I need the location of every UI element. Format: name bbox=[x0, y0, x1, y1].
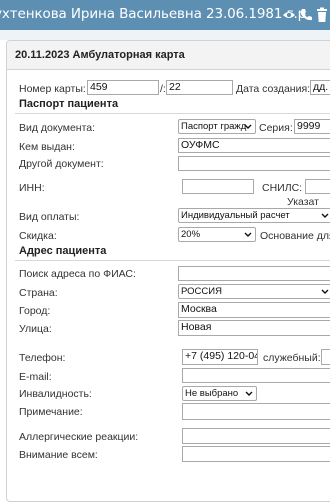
issued-by-input[interactable]: ОУФМС bbox=[178, 138, 330, 153]
phone-icon[interactable] bbox=[299, 7, 313, 23]
other-document-label: Другой документ: bbox=[19, 158, 104, 170]
work-phone-input[interactable] bbox=[321, 349, 330, 365]
eye-icon[interactable] bbox=[282, 7, 296, 23]
work-phone-label: служебный: bbox=[263, 352, 321, 364]
doc-type-select[interactable]: Паспорт гражд bbox=[178, 119, 256, 134]
street-label: Улица: bbox=[19, 323, 52, 335]
header-actions bbox=[282, 7, 330, 23]
inn-label: ИНН: bbox=[19, 182, 45, 194]
chevron-down-icon bbox=[244, 124, 252, 129]
divider bbox=[15, 113, 330, 114]
country-select[interactable]: РОССИЯ bbox=[178, 284, 330, 299]
disability-value: Не выбрано bbox=[185, 388, 239, 399]
page-background bbox=[0, 30, 330, 40]
card-number-input[interactable]: 459 bbox=[87, 80, 159, 95]
snils-input[interactable] bbox=[305, 179, 330, 194]
hint-label: Указат bbox=[287, 196, 319, 208]
discount-basis-label: Основание для bbox=[260, 230, 330, 242]
discount-label: Скидка: bbox=[19, 230, 57, 242]
passport-section-title: Паспорт пациента bbox=[19, 98, 119, 110]
fias-search-label: Поиск адреса по ФИАС: bbox=[19, 268, 136, 280]
city-input[interactable]: Москва bbox=[178, 302, 330, 318]
payment-type-label: Вид оплаты: bbox=[19, 211, 80, 223]
email-label: E-mail: bbox=[19, 371, 52, 383]
card-number-label: Номер карты: bbox=[19, 83, 86, 95]
series-input[interactable]: 9999 bbox=[294, 119, 330, 134]
allergy-input[interactable] bbox=[182, 428, 330, 444]
chevron-down-icon bbox=[321, 289, 329, 294]
note-label: Примечание: bbox=[19, 406, 83, 418]
snils-label: СНИЛС: bbox=[262, 182, 303, 194]
patient-header-bar: ухтенкова Ирина Васильевна 23.06.1981 г.… bbox=[0, 0, 330, 30]
created-date-label: Дата создания: bbox=[236, 83, 311, 95]
address-section-title: Адрес пациента bbox=[19, 245, 107, 257]
chevron-down-icon bbox=[244, 232, 252, 237]
fias-search-input[interactable] bbox=[178, 266, 330, 281]
chevron-down-icon bbox=[245, 391, 253, 396]
card-suffix-input[interactable]: 22 bbox=[166, 80, 233, 95]
street-input[interactable]: Новая bbox=[178, 320, 330, 336]
payment-type-select[interactable]: Индивидуальный расчет bbox=[178, 208, 330, 223]
disability-label: Инвалидность: bbox=[19, 388, 92, 400]
phone-input[interactable]: +7 (495) 120-04 bbox=[182, 349, 258, 365]
discount-value: 20% bbox=[181, 229, 201, 240]
attention-input[interactable] bbox=[182, 446, 330, 462]
patient-name-title: ухтенкова Ирина Васильевна 23.06.1981 г.… bbox=[0, 6, 311, 22]
created-date-input[interactable]: дд. bbox=[310, 80, 330, 95]
attention-label: Внимание всем: bbox=[19, 449, 98, 461]
card-title: 20.11.2023 Амбулаторная карта bbox=[15, 49, 185, 61]
city-label: Город: bbox=[19, 305, 51, 317]
country-label: Страна: bbox=[19, 287, 58, 299]
country-value: РОССИЯ bbox=[181, 286, 222, 297]
phone-label: Телефон: bbox=[19, 352, 66, 364]
email-input[interactable] bbox=[182, 368, 330, 383]
issued-by-label: Кем выдан: bbox=[19, 141, 75, 153]
card-number-separator: /: bbox=[160, 83, 166, 95]
ambulatory-card: 20.11.2023 Амбулаторная карта Номер карт… bbox=[6, 40, 330, 502]
payment-type-value: Индивидуальный расчет bbox=[181, 210, 290, 221]
doc-type-label: Вид документа: bbox=[19, 122, 96, 134]
trash-icon[interactable] bbox=[316, 7, 330, 23]
chevron-down-icon bbox=[321, 213, 329, 218]
discount-select[interactable]: 20% bbox=[178, 227, 256, 242]
disability-select[interactable]: Не выбрано bbox=[182, 386, 257, 401]
doc-type-value: Паспорт гражд bbox=[181, 121, 247, 132]
note-input[interactable] bbox=[182, 403, 330, 420]
divider bbox=[15, 260, 330, 261]
card-header: 20.11.2023 Амбулаторная карта bbox=[7, 41, 330, 70]
inn-input[interactable] bbox=[182, 179, 254, 194]
allergy-label: Аллергические реакции: bbox=[19, 431, 139, 443]
series-label: Серия: bbox=[259, 122, 293, 134]
other-document-input[interactable] bbox=[178, 156, 330, 171]
